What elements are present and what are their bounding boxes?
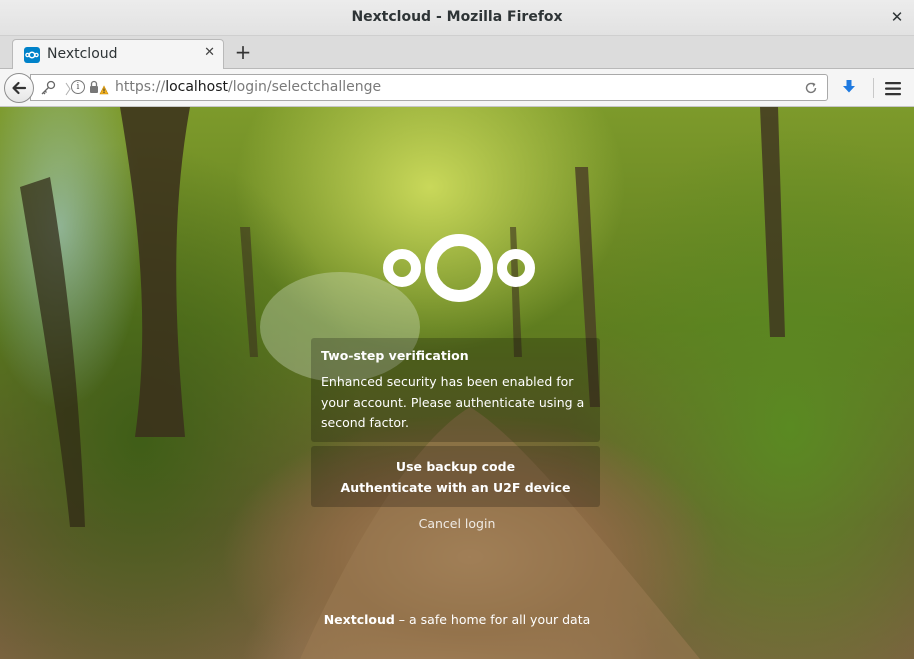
info-icon[interactable]: i — [71, 80, 85, 94]
url-bar[interactable]: i https://localhost/login/selectchalleng… — [30, 74, 828, 101]
toolbar-separator — [873, 78, 874, 98]
nextcloud-favicon-icon — [24, 47, 40, 63]
arrow-left-icon — [12, 81, 27, 95]
window-close-button[interactable]: ✕ — [886, 6, 908, 28]
page-footer: Nextcloud – a safe home for all your dat… — [0, 612, 914, 627]
panel-description: Enhanced security has been enabled for y… — [321, 374, 585, 430]
nextcloud-logo — [383, 234, 535, 302]
challenge-options: Use backup code Authenticate with an U2F… — [311, 446, 600, 507]
tab-close-icon[interactable]: ✕ — [204, 45, 215, 60]
navigation-bar: i https://localhost/login/selectchalleng… — [0, 69, 914, 107]
authenticate-u2f-link[interactable]: Authenticate with an U2F device — [311, 480, 600, 495]
panel-title: Two-step verification — [321, 348, 469, 363]
url-text[interactable]: https://localhost/login/selectchallenge — [115, 79, 381, 95]
page-content: Two-step verification Enhanced security … — [0, 107, 914, 659]
chevron-right-icon — [65, 81, 71, 100]
footer-brand-link[interactable]: Nextcloud — [324, 612, 395, 627]
hamburger-menu-icon[interactable] — [885, 81, 901, 100]
tab-label: Nextcloud — [47, 46, 118, 62]
footer-tagline: – a safe home for all your data — [394, 612, 591, 627]
title-bar: Nextcloud - Mozilla Firefox ✕ — [0, 0, 914, 36]
key-icon[interactable] — [40, 80, 56, 100]
use-backup-code-link[interactable]: Use backup code — [311, 459, 600, 474]
reload-icon[interactable] — [804, 80, 818, 99]
tab-nextcloud[interactable]: Nextcloud ✕ — [12, 39, 224, 69]
back-button[interactable] — [4, 73, 34, 103]
url-scheme: https:// — [115, 79, 166, 95]
window-title: Nextcloud - Mozilla Firefox — [351, 9, 563, 25]
tab-strip: Nextcloud ✕ + — [0, 36, 914, 69]
two-step-verification-panel: Two-step verification Enhanced security … — [311, 338, 600, 442]
lock-warning-icon[interactable] — [89, 80, 109, 100]
download-icon[interactable] — [841, 79, 857, 100]
browser-window: Nextcloud - Mozilla Firefox ✕ Nextcloud … — [0, 0, 914, 659]
cancel-login-link[interactable]: Cancel login — [0, 516, 914, 531]
url-host: localhost — [165, 79, 229, 95]
url-path: /login/selectchallenge — [228, 79, 382, 95]
new-tab-button[interactable]: + — [233, 41, 253, 63]
